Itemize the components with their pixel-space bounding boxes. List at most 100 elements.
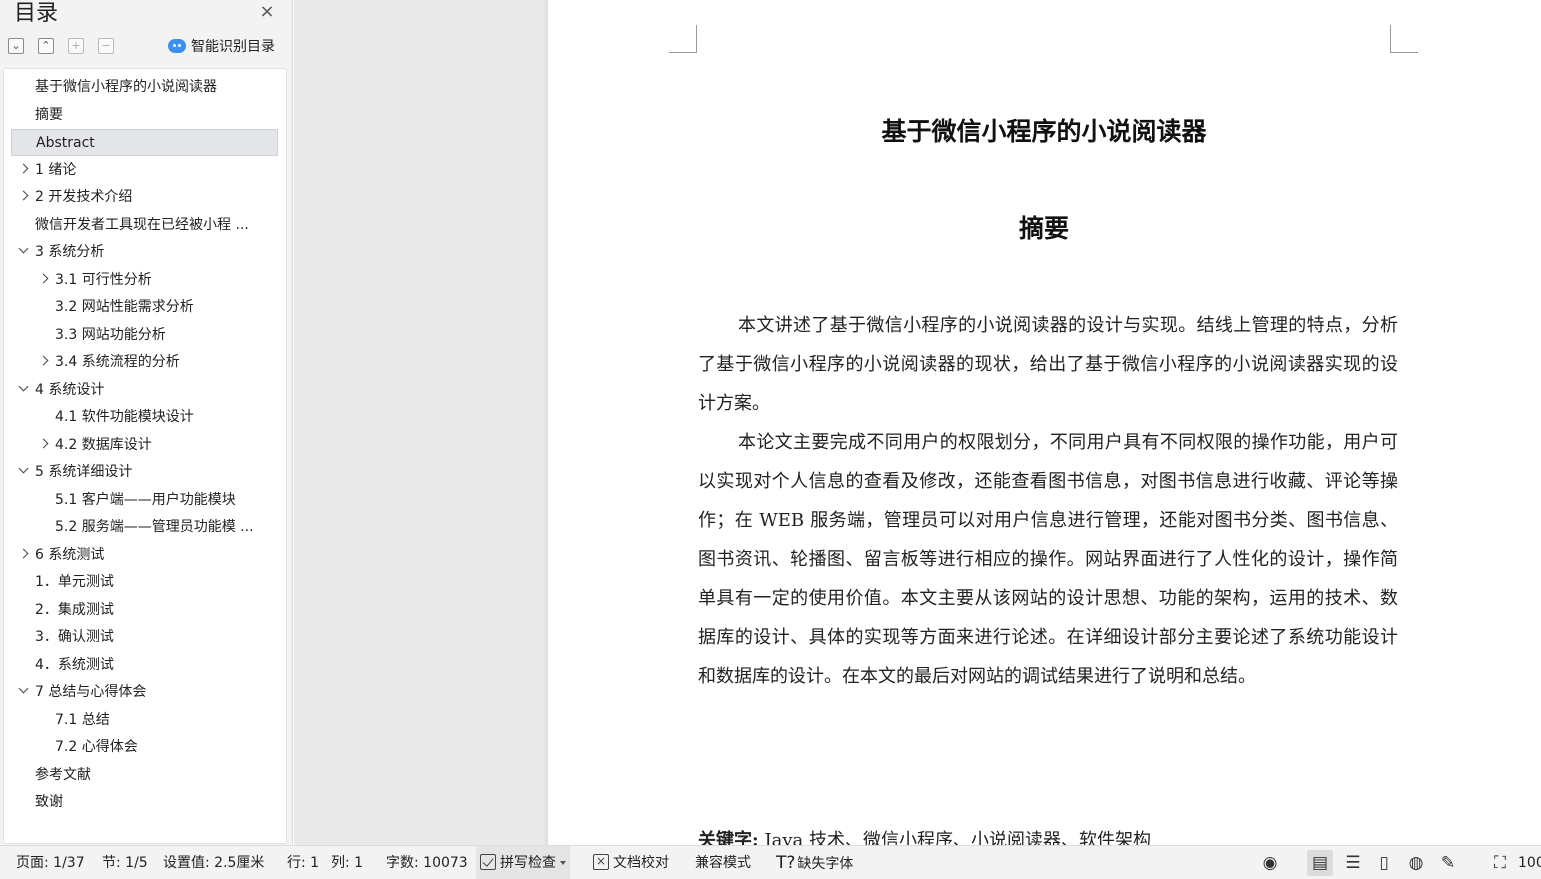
reading-view-icon[interactable]: ▯	[1373, 852, 1395, 874]
toc-item-label: 5.1 客户端——用户功能模块	[55, 491, 236, 508]
toc-item[interactable]: 5 系统详细设计	[11, 459, 278, 486]
collapse-all-icon[interactable]: ⌃	[38, 38, 54, 54]
toc-item-label: 3.4 系统流程的分析	[55, 354, 180, 370]
toc-item[interactable]: 4.1 软件功能模块设计	[11, 404, 278, 431]
toc-item[interactable]: 3 系统分析	[11, 239, 278, 266]
toc-item-label: 3.3 网站功能分析	[55, 326, 166, 343]
toc-item[interactable]: 2．集成测试	[11, 597, 278, 624]
proofread-icon: ×	[593, 853, 609, 870]
toc-item[interactable]: 基于微信小程序的小说阅读器	[11, 74, 278, 101]
word-count[interactable]: 字数: 10073	[386, 846, 468, 879]
toc-item[interactable]: Abstract	[11, 129, 278, 156]
toc-item-label: 2．集成测试	[35, 601, 114, 618]
toc-item[interactable]: 致谢	[11, 789, 278, 816]
close-icon[interactable]: ×	[258, 3, 276, 21]
chevron-down-icon[interactable]	[16, 459, 30, 486]
toc-item-label: 7 总结与心得体会	[35, 684, 147, 700]
abstract-paragraph-1: 本文讲述了基于微信小程序的小说阅读器的设计与实现。结线上管理的特点，分析了基于微…	[698, 315, 1398, 414]
toc-item[interactable]: 4 系统设计	[11, 377, 278, 404]
keywords-value: Java 技术、微信小程序、小说阅读器、软件架构	[758, 830, 1151, 845]
toc-item[interactable]: 6 系统测试	[11, 542, 278, 569]
spellcheck-button[interactable]: 拼写检查	[476, 846, 570, 879]
toc-item-label: 摘要	[35, 106, 63, 123]
eye-protection-icon[interactable]: ◉	[1259, 852, 1281, 874]
chevron-right-icon[interactable]	[16, 184, 30, 211]
chevron-down-icon[interactable]	[16, 679, 30, 706]
margin-mark-top-right	[1390, 25, 1418, 53]
check-box-icon	[480, 853, 496, 870]
smart-toc-label: 智能识别目录	[191, 39, 275, 55]
toc-item-label: 4.1 软件功能模块设计	[55, 409, 194, 425]
chevron-down-icon[interactable]	[16, 377, 30, 404]
remove-level-icon[interactable]: −	[98, 38, 114, 54]
proofread-label: 文档校对	[613, 855, 669, 871]
toc-item[interactable]: 摘要	[11, 102, 278, 129]
proofread-button[interactable]: × 文档校对	[593, 846, 669, 879]
chevron-right-icon[interactable]	[36, 432, 50, 459]
toc-item[interactable]: 3.2 网站性能需求分析	[11, 294, 278, 321]
toc-item-label: Abstract	[36, 135, 95, 151]
margin-setting: 设置值: 2.5厘米	[163, 855, 265, 871]
toc-item[interactable]: 3．确认测试	[11, 624, 278, 651]
toc-item[interactable]: 3.4 系统流程的分析	[11, 349, 278, 376]
toc-item-label: 3.1 可行性分析	[55, 271, 152, 288]
keywords-line: 关键字: Java 技术、微信小程序、小说阅读器、软件架构	[698, 826, 1151, 845]
toc-item[interactable]: 1 绪论	[11, 157, 278, 184]
toc-item[interactable]: 4．系统测试	[11, 652, 278, 679]
toc-item-label: 2 开发技术介绍	[35, 189, 133, 205]
toc-item[interactable]: 7.2 心得体会	[11, 734, 278, 761]
toc-item[interactable]: 3.3 网站功能分析	[11, 322, 278, 349]
toc-item-label: 3．确认测试	[35, 629, 114, 645]
toc-item[interactable]: 5.1 客户端——用户功能模块	[11, 487, 278, 514]
toc-item-label: 7.1 总结	[55, 711, 110, 728]
toc-item-label: 5 系统详细设计	[35, 464, 133, 480]
toc-sidebar: 目录 × ⌄ ⌃ + − 智能识别目录 基于微信小程序的小说阅读器摘要 Abstr…	[0, 0, 293, 845]
toc-item[interactable]: 3.1 可行性分析	[11, 267, 278, 294]
chevron-right-icon[interactable]	[16, 542, 30, 569]
write-mode-icon[interactable]: ✎	[1437, 852, 1459, 874]
toc-item[interactable]: 4.2 数据库设计	[11, 432, 278, 459]
status-bar: 页面: 1/37 节: 1/5 设置值: 2.5厘米 行: 1 列: 1 字数:…	[0, 845, 1541, 879]
toc-item-label: 6 系统测试	[35, 546, 105, 563]
toc-item[interactable]: 2 开发技术介绍	[11, 184, 278, 211]
chevron-down-icon[interactable]	[560, 861, 566, 865]
web-view-icon[interactable]: ◍	[1405, 852, 1427, 874]
toc-item[interactable]: 7.1 总结	[11, 707, 278, 734]
expand-all-icon[interactable]: ⌄	[8, 38, 24, 54]
chevron-right-icon[interactable]	[16, 157, 30, 184]
toc-item-label: 4 系统设计	[35, 381, 105, 398]
zoom-level[interactable]: 100	[1518, 846, 1541, 879]
toc-item-label: 致谢	[35, 794, 63, 810]
page-view-icon[interactable]: ▤	[1307, 850, 1333, 876]
document-area: 基于微信小程序的小说阅读器 摘要 本文讲述了基于微信小程序的小说阅读器的设计与实…	[294, 0, 1541, 845]
page-indicator[interactable]: 页面: 1/37	[16, 846, 85, 879]
document-title: 基于微信小程序的小说阅读器	[881, 117, 1207, 146]
toc-item[interactable]: 参考文献	[11, 762, 278, 789]
fit-page-icon[interactable]: ⛶	[1489, 852, 1511, 874]
chevron-right-icon[interactable]	[36, 267, 50, 294]
font-question-icon: T?	[776, 853, 796, 873]
document-page[interactable]: 基于微信小程序的小说阅读器 摘要 本文讲述了基于微信小程序的小说阅读器的设计与实…	[548, 0, 1541, 845]
chevron-down-icon[interactable]	[16, 239, 30, 266]
toc-title: 目录	[14, 1, 59, 26]
toc-item[interactable]: 微信开发者工具现在已经被小程 ...	[11, 212, 278, 239]
toc-item-label: 3 系统分析	[35, 244, 105, 260]
abstract-paragraph-2: 本论文主要完成不同用户的权限划分，不同用户具有不同权限的操作功能，用户可以实现对…	[698, 432, 1398, 687]
outline-view-icon[interactable]: ☰	[1342, 852, 1364, 874]
toc-item-label: 微信开发者工具现在已经被小程 ...	[35, 216, 249, 233]
toc-item[interactable]: 7 总结与心得体会	[11, 679, 278, 706]
add-level-icon[interactable]: +	[68, 38, 84, 54]
smart-toc-button[interactable]: 智能识别目录	[168, 36, 275, 56]
toc-item[interactable]: 1．单元测试	[11, 569, 278, 596]
chevron-right-icon[interactable]	[36, 349, 50, 376]
toc-item-label: 1．单元测试	[35, 574, 114, 590]
abstract-heading: 摘要	[1018, 214, 1069, 243]
toc-item-label: 参考文献	[35, 766, 91, 783]
toc-item[interactable]: 5.2 服务端——管理员功能模 ...	[11, 514, 278, 541]
missing-font-label: 缺失字体	[797, 856, 854, 872]
missing-font-button[interactable]: T? 缺失字体	[776, 846, 853, 879]
toc-item-label: 7.2 心得体会	[55, 739, 138, 755]
toc-list: 基于微信小程序的小说阅读器摘要 Abstract 1 绪论 2 开发技术介绍微信开发者…	[3, 68, 287, 844]
compat-mode[interactable]: 兼容模式	[695, 846, 751, 879]
column-indicator: 列: 1	[331, 855, 364, 871]
